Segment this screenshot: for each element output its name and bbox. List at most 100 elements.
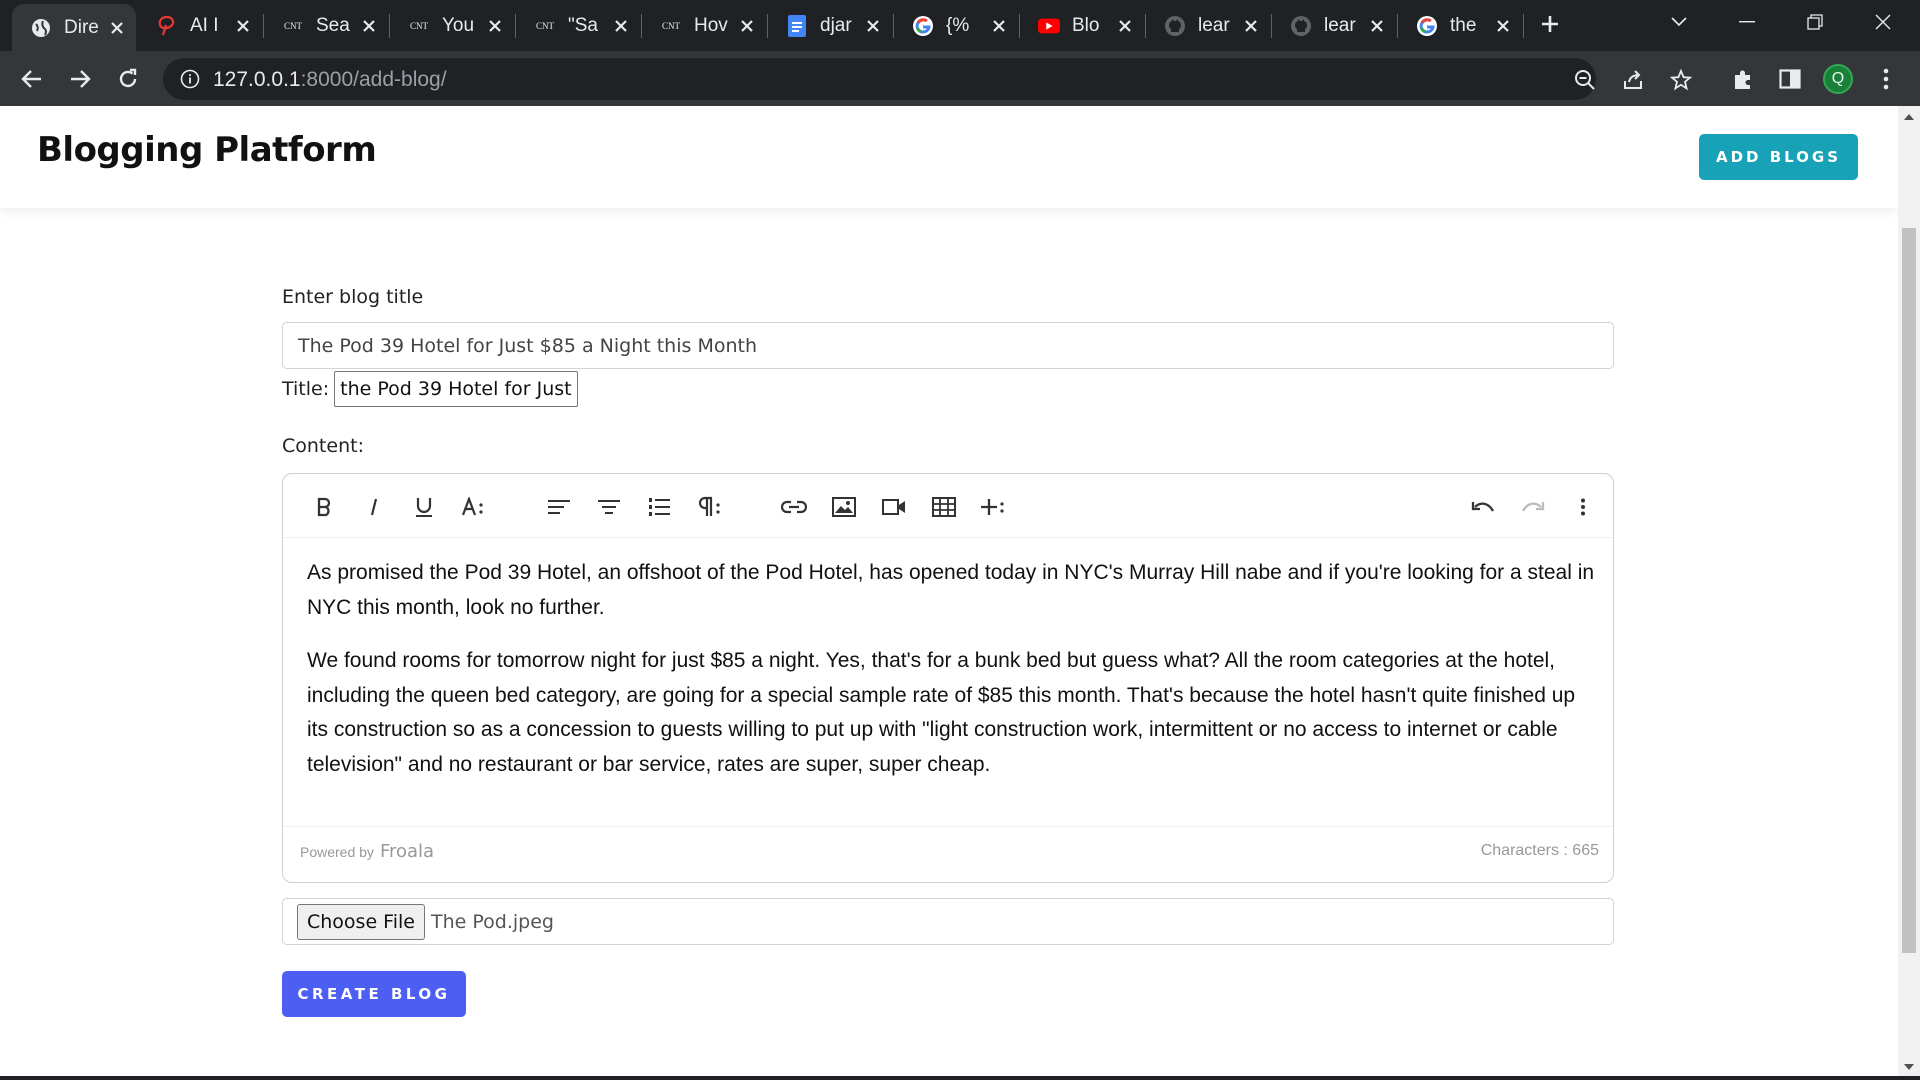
browser-toolbar: 127.0.0.1:8000/add-blog/ Q bbox=[0, 51, 1920, 106]
image-icon[interactable] bbox=[827, 490, 861, 524]
restore-button[interactable] bbox=[1795, 6, 1835, 38]
rich-text-editor: As promised the Pod 39 Hotel, an offshoo… bbox=[282, 473, 1614, 883]
scroll-down-arrow[interactable] bbox=[1898, 1058, 1920, 1076]
browser-tab[interactable]: CNT "Sa bbox=[516, 0, 640, 51]
file-input[interactable]: Choose File The Pod.jpeg bbox=[282, 898, 1614, 945]
scrollbar-thumb[interactable] bbox=[1902, 228, 1916, 953]
close-icon[interactable] bbox=[484, 15, 506, 37]
docs-icon bbox=[786, 14, 808, 37]
browser-tab[interactable]: CNT You bbox=[390, 0, 514, 51]
tab-separator bbox=[1523, 14, 1524, 38]
tab-title: the bbox=[1450, 14, 1477, 36]
close-icon[interactable] bbox=[106, 17, 128, 39]
browser-tab[interactable]: lear bbox=[1146, 0, 1270, 51]
share-icon[interactable] bbox=[1621, 68, 1645, 92]
content-paragraph: As promised the Pod 39 Hotel, an offshoo… bbox=[307, 561, 1595, 619]
paragraph-style-icon[interactable] bbox=[693, 490, 727, 524]
title-field[interactable]: the Pod 39 Hotel for Just bbox=[334, 371, 578, 407]
info-icon[interactable] bbox=[179, 68, 201, 90]
brand-logo[interactable]: Blogging Platform bbox=[37, 130, 377, 170]
create-blog-button[interactable]: CREATE BLOG bbox=[282, 971, 466, 1017]
cnt-icon: CNT bbox=[536, 20, 554, 31]
browser-tab[interactable]: djar bbox=[768, 0, 892, 51]
tab-title: Sea bbox=[316, 14, 350, 36]
github-icon bbox=[1164, 15, 1186, 37]
github-icon bbox=[1290, 15, 1312, 37]
browser-tab[interactable]: Dire bbox=[12, 4, 136, 51]
tab-title: Dire bbox=[64, 16, 98, 38]
minimize-button[interactable] bbox=[1727, 6, 1767, 38]
scroll-up-arrow[interactable] bbox=[1898, 108, 1920, 126]
undo-icon[interactable] bbox=[1466, 490, 1500, 524]
align-left-icon[interactable] bbox=[542, 490, 576, 524]
new-tab-button[interactable] bbox=[1534, 8, 1566, 40]
browser-tab[interactable]: the bbox=[1398, 0, 1522, 51]
video-icon[interactable] bbox=[877, 490, 911, 524]
font-size-icon[interactable] bbox=[457, 490, 491, 524]
underline-icon[interactable] bbox=[407, 490, 441, 524]
cnt-icon: CNT bbox=[410, 20, 428, 31]
close-icon[interactable] bbox=[862, 15, 884, 37]
close-window-button[interactable] bbox=[1863, 6, 1903, 38]
close-icon[interactable] bbox=[232, 15, 254, 37]
editor-content[interactable]: As promised the Pod 39 Hotel, an offshoo… bbox=[307, 556, 1597, 801]
close-icon[interactable] bbox=[1114, 15, 1136, 37]
content-paragraph: We found rooms for tomorrow night for ju… bbox=[307, 649, 1576, 776]
reload-button[interactable] bbox=[112, 63, 144, 95]
ordered-list-icon[interactable] bbox=[642, 490, 676, 524]
add-blogs-button[interactable]: ADD BLOGS bbox=[1699, 134, 1858, 180]
side-panel-icon bbox=[1779, 69, 1801, 89]
browser-tab[interactable]: CNT Hov bbox=[642, 0, 766, 51]
side-panel-button[interactable] bbox=[1774, 63, 1806, 95]
url-path: :8000/add-blog/ bbox=[300, 68, 447, 91]
browser-tab[interactable]: CNT Sea bbox=[264, 0, 388, 51]
title-field-row: Title: the Pod 39 Hotel for Just bbox=[282, 371, 578, 407]
forward-button[interactable] bbox=[64, 63, 96, 95]
link-icon[interactable] bbox=[777, 490, 811, 524]
profile-avatar[interactable]: Q bbox=[1823, 64, 1853, 94]
content-label: Content: bbox=[282, 435, 364, 457]
italic-icon[interactable] bbox=[357, 490, 391, 524]
table-icon[interactable] bbox=[927, 490, 961, 524]
zoom-out-icon[interactable] bbox=[1573, 68, 1597, 92]
url-host: 127.0.0.1 bbox=[213, 68, 301, 91]
editor-footer: Powered by Froala Characters : 665 bbox=[283, 826, 1613, 882]
redo-icon[interactable] bbox=[1516, 490, 1550, 524]
browser-menu-button[interactable] bbox=[1870, 63, 1902, 95]
more-vert-icon bbox=[1883, 68, 1889, 90]
browser-tab[interactable]: lear bbox=[1272, 0, 1396, 51]
blog-title-input[interactable]: The Pod 39 Hotel for Just $85 a Night th… bbox=[282, 322, 1614, 369]
more-vert-icon[interactable] bbox=[1566, 490, 1600, 524]
extensions-button[interactable] bbox=[1727, 63, 1759, 95]
paragraph-format-icon[interactable] bbox=[592, 490, 626, 524]
browser-tab[interactable]: Blo bbox=[1020, 0, 1144, 51]
bold-icon[interactable] bbox=[307, 490, 341, 524]
powered-by-froala[interactable]: Powered by Froala bbox=[300, 841, 434, 862]
froala-logo: Froala bbox=[379, 841, 435, 862]
puzzle-icon bbox=[1735, 70, 1750, 89]
tab-title: "Sa bbox=[568, 14, 598, 36]
back-button[interactable] bbox=[16, 63, 48, 95]
cnt-icon: CNT bbox=[662, 20, 680, 31]
close-icon[interactable] bbox=[358, 15, 380, 37]
close-icon[interactable] bbox=[988, 15, 1010, 37]
close-icon[interactable] bbox=[1366, 15, 1388, 37]
tab-search-button[interactable] bbox=[1659, 6, 1699, 38]
close-icon[interactable] bbox=[610, 15, 632, 37]
browser-tab[interactable]: {% bbox=[894, 0, 1018, 51]
youtube-icon bbox=[1038, 15, 1060, 37]
bookmark-star-icon[interactable] bbox=[1669, 68, 1693, 92]
browser-tab[interactable]: AI I bbox=[138, 0, 262, 51]
url-text: 127.0.0.1:8000/add-blog/ bbox=[213, 68, 447, 92]
globe-icon bbox=[30, 17, 52, 39]
more-misc-icon[interactable] bbox=[977, 490, 1011, 524]
powered-by-text: Powered by bbox=[300, 843, 374, 860]
close-icon[interactable] bbox=[1492, 15, 1514, 37]
page-scrollbar[interactable] bbox=[1898, 106, 1920, 1080]
choose-file-button[interactable]: Choose File bbox=[297, 903, 425, 940]
tab-title: djar bbox=[820, 14, 852, 36]
title-label: Enter blog title bbox=[282, 286, 424, 308]
address-bar[interactable]: 127.0.0.1:8000/add-blog/ bbox=[163, 58, 1692, 100]
close-icon[interactable] bbox=[736, 15, 758, 37]
close-icon[interactable] bbox=[1240, 15, 1262, 37]
